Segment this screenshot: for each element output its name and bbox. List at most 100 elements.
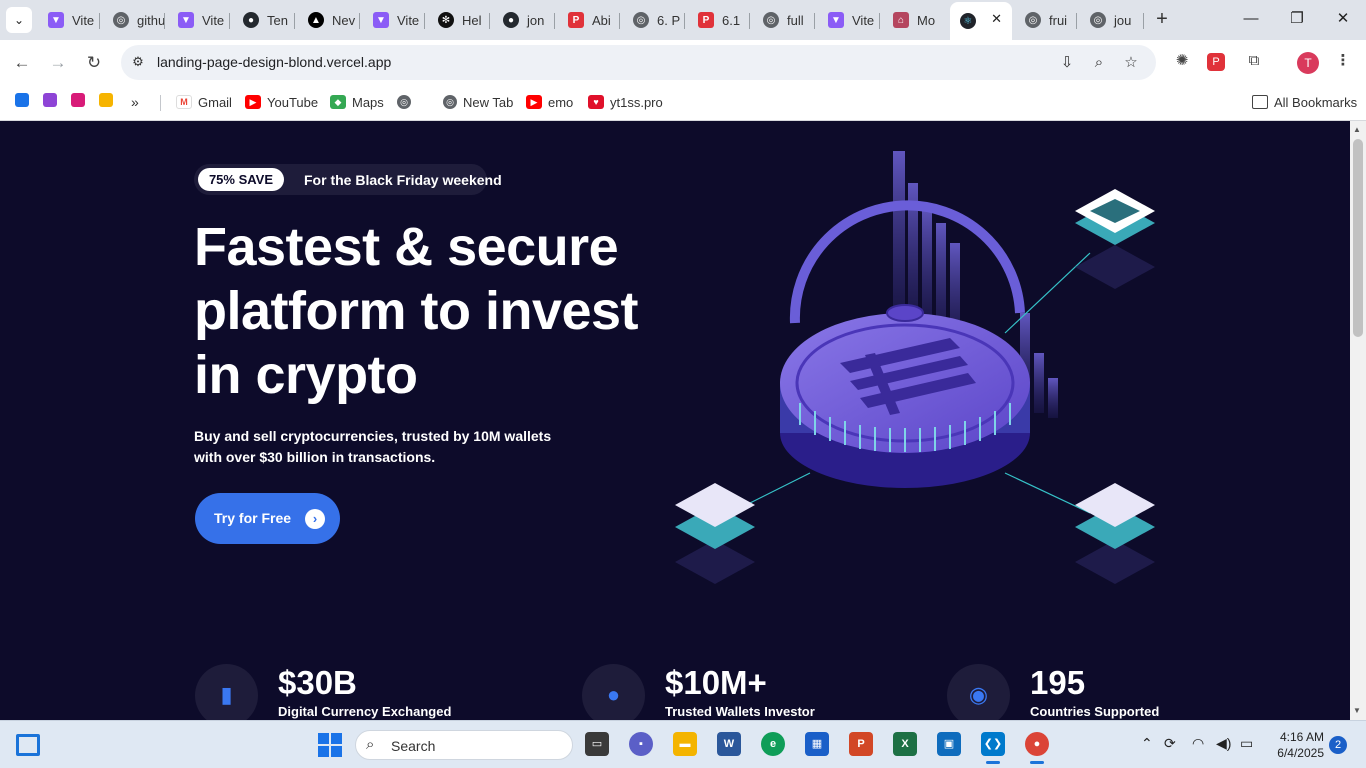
bookmark-gmail[interactable]: M Gmail — [176, 93, 232, 111]
tab-vite-3[interactable]: ▼ Vite — [363, 4, 425, 36]
bookmark-youtube[interactable]: ▶ YouTube — [245, 93, 318, 111]
edge-icon[interactable]: e — [761, 732, 785, 756]
bookmark-app-purple-icon[interactable] — [43, 93, 57, 107]
youtube-icon: ▶ — [526, 95, 542, 109]
close-window-icon[interactable]: ✕ — [1332, 8, 1354, 30]
tab-abi[interactable]: P Abi — [558, 4, 620, 36]
yt1ss-icon: ♥ — [588, 95, 604, 109]
try-for-free-button[interactable]: Try for Free › — [195, 493, 340, 544]
tab-github[interactable]: ◎ github — [103, 4, 165, 36]
zoom-icon[interactable]: ⌕ — [1089, 53, 1109, 73]
headline-line-3: in crypto — [194, 345, 418, 405]
tab-6p[interactable]: ◎ 6. P — [623, 4, 685, 36]
bitcoin-illustration — [675, 151, 1155, 584]
tab-title: Hel — [462, 12, 482, 28]
url-text[interactable]: landing-page-design-blond.vercel.app — [157, 54, 391, 70]
tab-title: Vite — [72, 12, 95, 28]
store-icon[interactable]: ▦ — [805, 732, 829, 756]
bookmark-emo[interactable]: ▶ emo — [526, 93, 573, 111]
tab-vite-1[interactable]: ▼ Vite — [38, 4, 100, 36]
tab-vite-2[interactable]: ▼ Vite — [168, 4, 230, 36]
folder-icon — [1252, 95, 1268, 109]
bookmark-yt1ss[interactable]: ♥ yt1ss.pro — [588, 93, 663, 111]
file-explorer-icon[interactable]: ▬ — [673, 732, 697, 756]
scrollbar-thumb[interactable] — [1353, 139, 1363, 337]
taskbar-search[interactable]: ⌕ Search — [355, 730, 573, 760]
widgets-icon[interactable] — [16, 734, 40, 756]
install-app-icon[interactable]: ⇩ — [1057, 53, 1077, 73]
bookmark-maps[interactable]: ◆ Maps — [330, 93, 384, 111]
bookmarks-overflow-icon[interactable]: » — [131, 93, 139, 111]
scroll-up-icon[interactable]: ▲ — [1353, 125, 1361, 134]
maps-icon: ◆ — [330, 95, 346, 109]
user-icon: ● — [606, 682, 621, 707]
battery-icon[interactable]: ▭ — [1240, 735, 1253, 752]
tab-vite-4[interactable]: ▼ Vite — [818, 4, 880, 36]
restore-icon[interactable]: ❐ — [1286, 8, 1308, 30]
remote-desktop-icon[interactable]: ▣ — [937, 732, 961, 756]
bookmark-star-icon[interactable]: ☆ — [1121, 53, 1141, 73]
stat-icon-circle: ● — [582, 664, 645, 720]
sync-icon[interactable]: ⟳ — [1164, 735, 1176, 752]
chrome-icon[interactable]: ● — [1025, 732, 1049, 764]
forward-arrow-icon[interactable]: → — [46, 51, 70, 75]
bookmark-app-blue-icon[interactable] — [15, 93, 29, 107]
excel-icon[interactable]: X — [893, 732, 917, 756]
vscode-icon[interactable]: ❮❯ — [981, 732, 1005, 764]
search-label: Search — [391, 738, 436, 754]
tab-nev[interactable]: ▲ Nev — [298, 4, 360, 36]
menu-kebab-icon[interactable]: ⋮ — [1332, 50, 1354, 72]
profile-avatar[interactable]: T — [1297, 52, 1319, 74]
page-scrollbar[interactable]: ▲ ▼ — [1350, 121, 1366, 720]
bookmark-app-pink-icon[interactable] — [71, 93, 85, 107]
wifi-icon[interactable]: ◠ — [1192, 735, 1204, 752]
volume-icon[interactable]: ◀) — [1216, 735, 1231, 752]
globe-icon: ◎ — [443, 95, 457, 109]
tab-ten[interactable]: ● Ten — [233, 4, 295, 36]
reload-icon[interactable]: ↻ — [82, 51, 106, 75]
tab-6-1[interactable]: P 6.1 — [688, 4, 750, 36]
bookmark-app-yellow-icon[interactable] — [99, 93, 113, 107]
site-info-icon[interactable]: ⚙ — [129, 53, 147, 71]
pdf-extension-icon[interactable]: P — [1207, 53, 1225, 71]
tab-jon[interactable]: ● jon — [493, 4, 555, 36]
tray-chevron-icon[interactable]: ⌃ — [1141, 735, 1153, 752]
bookmark-new-tab[interactable]: ◎ New Tab — [443, 93, 513, 111]
tab-title: Nev — [332, 12, 356, 28]
tab-frui[interactable]: ◎ frui — [1015, 4, 1077, 36]
extensions-puzzle-icon[interactable]: ⧉ — [1243, 50, 1265, 72]
minimize-icon[interactable]: — — [1240, 8, 1262, 30]
address-bar[interactable]: ⚙ landing-page-design-blond.vercel.app ⇩… — [121, 45, 1156, 80]
tab-search-chevron-icon[interactable]: ⌄ — [6, 7, 32, 33]
close-tab-icon[interactable]: ✕ — [991, 11, 1002, 27]
coin — [780, 304, 1030, 488]
back-arrow-icon[interactable]: ← — [10, 51, 34, 75]
globe-icon: ◎ — [113, 12, 129, 28]
word-icon[interactable]: W — [717, 732, 741, 756]
start-button[interactable] — [318, 733, 342, 757]
tab-active-react[interactable]: ⚛ ✕ — [950, 2, 1012, 40]
taskbar-clock[interactable]: 4:16 AM 6/4/2025 — [1272, 729, 1324, 761]
new-tab-button[interactable]: + — [1151, 8, 1173, 30]
hero-headline: Fastest & secure platform to invest in c… — [194, 215, 694, 407]
all-bookmarks-folder[interactable]: All Bookmarks — [1252, 93, 1357, 111]
task-view-icon[interactable]: ▭ — [585, 732, 609, 756]
teams-icon[interactable]: ▪ — [629, 732, 653, 756]
powerpoint-icon[interactable]: P — [849, 732, 873, 756]
headline-line-1: Fastest & secure — [194, 217, 619, 277]
browser-toolbar: ← → ↻ ⚙ landing-page-design-blond.vercel… — [0, 40, 1366, 85]
house-icon: ⌂ — [893, 12, 909, 28]
stat-caption: Trusted Wallets Investor — [665, 704, 815, 719]
notification-badge[interactable]: 2 — [1329, 736, 1347, 754]
bookmark-globe[interactable]: ◎ — [397, 93, 417, 111]
globe-icon: ◎ — [633, 12, 649, 28]
promo-badge: 75% SAVE — [198, 168, 284, 191]
scroll-down-icon[interactable]: ▼ — [1353, 706, 1361, 715]
tab-mo[interactable]: ⌂ Mo — [883, 4, 945, 36]
tab-hel[interactable]: ✻ Hel — [428, 4, 490, 36]
tab-jou[interactable]: ◎ jou — [1080, 4, 1144, 36]
hero-subtext: Buy and sell cryptocurrencies, trusted b… — [194, 428, 552, 465]
vite-icon: ▼ — [828, 12, 844, 28]
tab-full[interactable]: ◎ full — [753, 4, 815, 36]
extension-bug-icon[interactable]: ✺ — [1171, 50, 1193, 72]
